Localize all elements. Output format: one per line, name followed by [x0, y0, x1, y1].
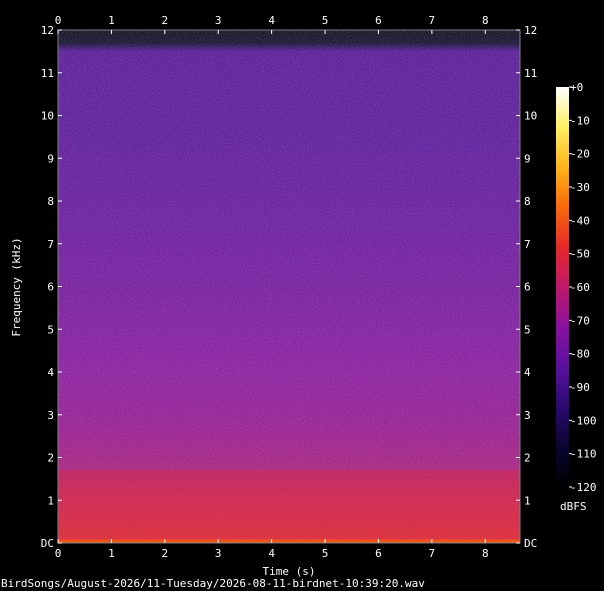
x-tick-label-bottom: 6 [375, 547, 382, 560]
y-tick-label-right: 4 [524, 366, 531, 379]
colorbar-tick-label: -20 [570, 148, 590, 161]
x-tick-label-bottom: 4 [268, 547, 275, 560]
x-tick-label-top: 8 [482, 14, 489, 27]
colorbar-tick-label: -70 [570, 314, 590, 327]
y-tick-label-left: 2 [47, 452, 54, 465]
y-tick-label-left: 1 [47, 494, 54, 507]
colorbar-ticks: +0 -10 -20 -30 -40 -50 -60 -70 -80 -90 -100 -110 -12… [569, 81, 597, 494]
colorbar-tick-label: -80 [570, 348, 590, 361]
colorbar-tick-label: -40 [570, 214, 590, 227]
x-tick-label-bottom: 0 [55, 547, 62, 560]
y-tick-label-right: 11 [524, 67, 537, 80]
x-tick-label-top: 6 [375, 14, 382, 27]
x-tick-label-top: 2 [162, 14, 169, 27]
colorbar-tick-label: -30 [570, 181, 590, 194]
y-tick-label-right: 1 [524, 494, 531, 507]
colorbar-tick-label: -10 [570, 114, 590, 127]
y-tick-label-right: 2 [524, 452, 531, 465]
y-axis-label: Frequency (kHz) [10, 237, 23, 336]
y-tick-label-left: 6 [47, 281, 54, 294]
low-frequency-band [58, 470, 520, 543]
y-tick-label-left: 12 [41, 24, 54, 37]
spectrogram-chart: 012345678 012345678 DC123456789101112 DC… [1, 14, 597, 590]
y-tick-label-left: 4 [47, 366, 54, 379]
y-tick-label-left: 3 [47, 409, 54, 422]
colorbar-tick-label: +0 [570, 81, 583, 94]
y-tick-label-right: 8 [524, 195, 531, 208]
y-tick-label-left: 8 [47, 195, 54, 208]
dc-band [58, 539, 520, 543]
x-tick-label-top: 5 [322, 14, 329, 27]
y-tick-label-right: 10 [524, 110, 537, 123]
colorbar-tick-label: -110 [570, 448, 597, 461]
y-tick-label-left: 11 [41, 67, 54, 80]
x-tick-label-top: 0 [55, 14, 62, 27]
x-tick-label-bottom: 3 [215, 547, 222, 560]
x-tick-label-top: 7 [429, 14, 436, 27]
spectrogram-noise [58, 30, 520, 543]
colorbar-tick-label: -100 [570, 414, 597, 427]
colorbar-tick-label: -90 [570, 381, 590, 394]
y-tick-label-left: 5 [47, 323, 54, 336]
colorbar-tick-label: -60 [570, 281, 590, 294]
y-tick-label-left: 9 [47, 152, 54, 165]
y-tick-label-right: 5 [524, 323, 531, 336]
spectrogram-features [58, 470, 520, 543]
y-tick-label-right: 6 [524, 281, 531, 294]
colorbar-gradient [556, 87, 569, 487]
x-tick-label-bottom: 5 [322, 547, 329, 560]
y-tick-label-right: 9 [524, 152, 531, 165]
y-tick-label-right: 12 [524, 24, 537, 37]
x-tick-label-top: 4 [268, 14, 275, 27]
y-tick-label-right: DC [524, 537, 537, 550]
x-tick-label-bottom: 2 [162, 547, 169, 560]
y-tick-label-left: 7 [47, 238, 54, 251]
x-tick-label-bottom: 8 [482, 547, 489, 560]
x-tick-label-top: 3 [215, 14, 222, 27]
x-tick-label-top: 1 [108, 14, 115, 27]
colorbar-tick-label: -120 [570, 481, 597, 494]
y-tick-label-left: DC [41, 537, 54, 550]
plot-area [57, 29, 521, 544]
colorbar-tick-label: -50 [570, 248, 590, 261]
file-path-label: BirdSongs/August-2026/11-Tuesday/2026-08… [1, 577, 425, 590]
y-tick-label-right: 7 [524, 238, 531, 251]
colorbar: +0 -10 -20 -30 -40 -50 -60 -70 -80 -90 -100 -110 -12… [556, 81, 597, 513]
y-tick-label-right: 3 [524, 409, 531, 422]
x-tick-label-bottom: 7 [429, 547, 436, 560]
y-tick-label-left: 10 [41, 110, 54, 123]
x-tick-label-bottom: 1 [108, 547, 115, 560]
colorbar-unit-label: dBFS [560, 500, 587, 513]
